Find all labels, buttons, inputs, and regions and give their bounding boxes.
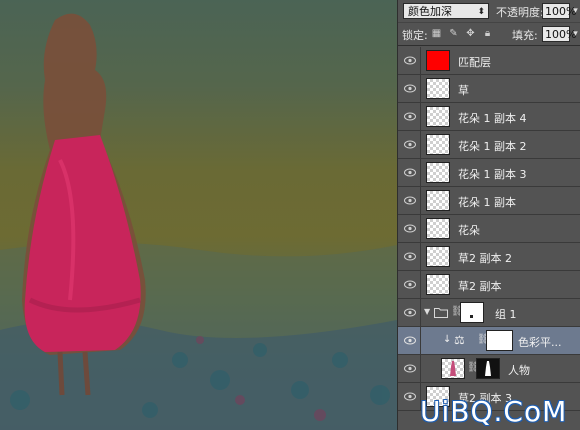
blend-opacity-row: 颜色加深 ⬍ 不透明度: 100% ▾ xyxy=(398,0,580,23)
visibility-eye-icon[interactable] xyxy=(404,280,416,289)
divider xyxy=(420,47,421,74)
layer-name[interactable]: 人物 xyxy=(508,362,530,378)
layer-name[interactable]: 色彩平... xyxy=(518,334,562,350)
divider xyxy=(420,327,421,354)
visibility-eye-icon[interactable] xyxy=(404,364,416,373)
layer-row-selected[interactable]: ↓ ⚖ ⛓︎ 色彩平... xyxy=(398,327,580,355)
divider xyxy=(420,355,421,382)
layer-thumbnail[interactable] xyxy=(426,190,450,211)
fill-input[interactable]: 100% xyxy=(542,26,576,42)
document-canvas[interactable] xyxy=(0,0,397,430)
opacity-stepper-icon[interactable]: ▾ xyxy=(570,3,580,19)
visibility-eye-icon[interactable] xyxy=(404,196,416,205)
divider xyxy=(420,187,421,214)
group-mask-thumbnail[interactable] xyxy=(460,302,484,323)
layer-thumbnail[interactable] xyxy=(441,358,465,379)
layer-row[interactable]: ⛓︎ 人物 xyxy=(398,355,580,383)
layer-row[interactable]: 花朵 xyxy=(398,215,580,243)
visibility-eye-icon[interactable] xyxy=(404,168,416,177)
layer-name[interactable]: 花朵 xyxy=(458,222,480,238)
adjustment-mask-thumbnail[interactable] xyxy=(486,330,513,351)
folder-icon xyxy=(434,308,448,318)
visibility-eye-icon[interactable] xyxy=(404,112,416,121)
layer-thumbnail[interactable] xyxy=(426,246,450,267)
layer-row[interactable]: 花朵 1 副本 3 xyxy=(398,159,580,187)
layer-mask-thumbnail[interactable] xyxy=(476,358,500,379)
layer-group-row[interactable]: ▼ ⛓︎ 组 1 xyxy=(398,299,580,327)
layer-name[interactable]: 草2 副本 2 xyxy=(458,250,512,266)
visibility-eye-icon[interactable] xyxy=(404,56,416,65)
lock-image-pixels-icon[interactable]: ✎ xyxy=(448,28,459,39)
clipping-arrow-icon: ↓ xyxy=(443,334,452,345)
layer-name[interactable]: 组 1 xyxy=(495,306,517,322)
layer-row[interactable]: 匹配层 xyxy=(398,47,580,75)
expand-triangle-icon[interactable]: ▼ xyxy=(424,307,430,316)
blend-mode-dropdown[interactable]: 颜色加深 ⬍ xyxy=(403,3,489,19)
divider xyxy=(420,215,421,242)
layer-thumbnail[interactable] xyxy=(426,218,450,239)
layer-name[interactable]: 花朵 1 副本 3 xyxy=(458,166,527,182)
dropdown-arrow-icon: ⬍ xyxy=(477,7,485,17)
lock-all-icon[interactable]: 🔒︎ xyxy=(482,28,493,39)
divider xyxy=(420,131,421,158)
divider xyxy=(420,75,421,102)
opacity-input[interactable]: 100% xyxy=(542,3,576,19)
divider xyxy=(420,299,421,326)
layer-thumbnail[interactable] xyxy=(426,50,450,71)
divider xyxy=(420,159,421,186)
visibility-eye-icon[interactable] xyxy=(404,308,416,317)
visibility-eye-icon[interactable] xyxy=(404,224,416,233)
lock-fill-row: 锁定: ▦ ✎ ✥ 🔒︎ 填充: 100% ▾ xyxy=(398,23,580,46)
divider xyxy=(420,243,421,270)
layer-name[interactable]: 花朵 1 副本 xyxy=(458,194,516,210)
layer-row[interactable]: 花朵 1 副本 4 xyxy=(398,103,580,131)
layer-name[interactable]: 匹配层 xyxy=(458,54,491,70)
watermark-text: UiBQ.CoM xyxy=(420,395,568,428)
visibility-eye-icon[interactable] xyxy=(404,336,416,345)
blend-mode-value: 颜色加深 xyxy=(408,5,452,18)
layer-row[interactable]: 草 xyxy=(398,75,580,103)
layer-thumbnail[interactable] xyxy=(426,78,450,99)
layer-row[interactable]: 花朵 1 副本 xyxy=(398,187,580,215)
layer-row[interactable]: 草2 副本 xyxy=(398,271,580,299)
layers-list: 匹配层 草 花朵 1 副本 4 花朵 1 副本 2 花朵 1 副本 3 花朵 1… xyxy=(398,47,580,430)
layer-thumbnail[interactable] xyxy=(426,134,450,155)
layer-row[interactable]: 草2 副本 2 xyxy=(398,243,580,271)
visibility-eye-icon[interactable] xyxy=(404,252,416,261)
person-mask-icon xyxy=(485,361,491,376)
layer-name[interactable]: 草2 副本 xyxy=(458,278,502,294)
layer-name[interactable]: 花朵 1 副本 4 xyxy=(458,110,527,126)
lock-position-icon[interactable]: ✥ xyxy=(465,28,476,39)
fill-label: 填充: xyxy=(512,29,538,42)
layer-thumbnail[interactable] xyxy=(426,106,450,127)
divider xyxy=(420,271,421,298)
fill-stepper-icon[interactable]: ▾ xyxy=(570,26,580,42)
layer-row[interactable]: 花朵 1 副本 2 xyxy=(398,131,580,159)
color-balance-icon[interactable]: ⚖ xyxy=(454,333,465,347)
visibility-eye-icon[interactable] xyxy=(404,392,416,401)
lock-transparent-pixels-icon[interactable]: ▦ xyxy=(431,28,442,39)
visibility-eye-icon[interactable] xyxy=(404,140,416,149)
divider xyxy=(420,103,421,130)
layer-thumbnail[interactable] xyxy=(426,274,450,295)
lock-label: 锁定: xyxy=(402,29,428,42)
visibility-eye-icon[interactable] xyxy=(404,84,416,93)
layer-name[interactable]: 花朵 1 副本 2 xyxy=(458,138,527,154)
canvas-image xyxy=(0,13,397,430)
layer-name[interactable]: 草 xyxy=(458,82,469,98)
layers-panel: 颜色加深 ⬍ 不透明度: 100% ▾ 锁定: ▦ ✎ ✥ 🔒︎ 填充: 100… xyxy=(397,0,580,430)
layer-thumbnail[interactable] xyxy=(426,162,450,183)
person-thumbnail-icon xyxy=(450,361,456,376)
opacity-label: 不透明度: xyxy=(496,6,544,19)
